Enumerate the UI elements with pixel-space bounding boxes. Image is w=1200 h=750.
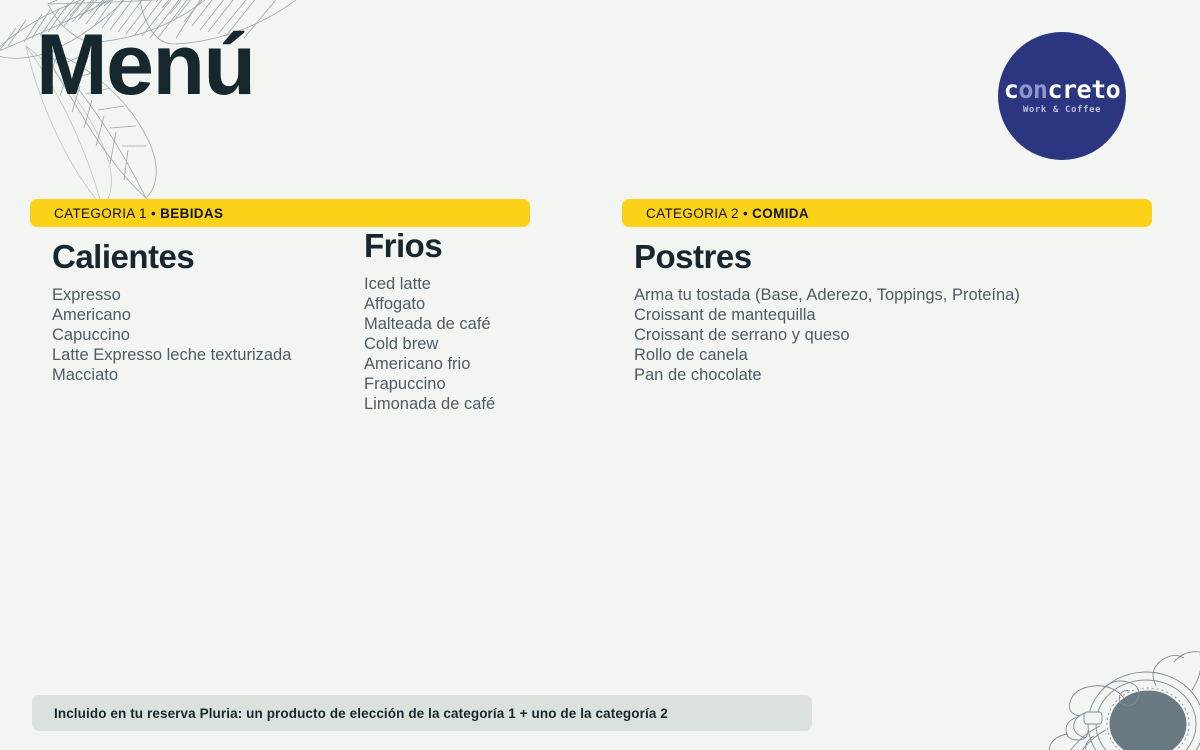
menu-group-calientes-list: Expresso Americano Capuccino Latte Expre…	[52, 285, 291, 385]
menu-item: Croissant de serrano y queso	[634, 325, 850, 344]
menu-item: Limonada de café	[364, 394, 496, 413]
menu-group-calientes-title: Calientes	[52, 238, 195, 275]
menu-group-frios: Frios Iced latte Affogato Malteada de ca…	[364, 227, 495, 414]
menu-item: Rollo de canela	[634, 345, 748, 364]
category-badge-bebidas-text: CATEGORIA 1 • BEBIDAS	[54, 206, 223, 221]
category-badge-comida-prefix: CATEGORIA 2 •	[646, 205, 753, 221]
brand-logo-name-left: c	[1003, 75, 1019, 104]
menu-group-postres: Postres Arma tu tostada (Base, Aderezo, …	[634, 238, 1020, 385]
category-badge-comida-text: CATEGORIA 2 • COMIDA	[646, 206, 809, 221]
menu-item: Cold brew	[364, 334, 439, 353]
menu-item: Malteada de café	[364, 314, 491, 333]
menu-group-calientes: Calientes Expresso Americano Capuccino L…	[52, 238, 291, 385]
category-badge-bebidas-prefix: CATEGORIA 1 •	[54, 205, 161, 221]
menu-item: Expresso	[52, 285, 121, 304]
menu-item: Frapuccino	[364, 374, 446, 393]
category-badge-bebidas-name: BEBIDAS	[160, 205, 224, 221]
menu-item: Pan de chocolate	[634, 365, 762, 384]
coffee-cup-illustration	[1048, 651, 1200, 750]
menu-item: Affogato	[364, 294, 426, 313]
menu-slide: Menú concreto Work & Coffee CATEGORIA 1 …	[0, 0, 1200, 750]
menu-group-frios-list: Iced latte Affogato Malteada de café Col…	[364, 274, 495, 414]
menu-item: Macciato	[52, 365, 119, 384]
menu-item: Croissant de mantequilla	[634, 305, 816, 324]
footer-note: Incluido en tu reserva Pluria: un produc…	[32, 695, 812, 731]
footer-note-text: Incluido en tu reserva Pluria: un produc…	[54, 705, 668, 721]
category-badge-bebidas: CATEGORIA 1 • BEBIDAS	[30, 199, 530, 227]
menu-item: Arma tu tostada (Base, Aderezo, Toppings…	[634, 285, 1020, 304]
menu-item: Latte Expresso leche texturizada	[52, 345, 292, 364]
menu-item: Iced latte	[364, 274, 431, 293]
menu-item: Americano	[52, 305, 131, 324]
menu-item: Capuccino	[52, 325, 130, 344]
menu-group-frios-title: Frios	[364, 227, 443, 264]
brand-logo: concreto Work & Coffee	[998, 32, 1126, 160]
category-badge-comida: CATEGORIA 2 • COMIDA	[622, 199, 1152, 227]
brand-logo-name-mid: on	[1018, 75, 1048, 104]
category-badge-comida-name: COMIDA	[752, 205, 810, 221]
brand-logo-name-right: creto	[1047, 75, 1121, 104]
brand-logo-tagline: Work & Coffee	[1022, 105, 1102, 115]
menu-group-postres-list: Arma tu tostada (Base, Aderezo, Toppings…	[634, 285, 1020, 385]
menu-item: Americano frio	[364, 354, 471, 373]
page-title: Menú	[36, 17, 256, 113]
brand-logo-wordmark: concreto	[1003, 75, 1121, 104]
menu-group-postres-title: Postres	[634, 238, 752, 275]
